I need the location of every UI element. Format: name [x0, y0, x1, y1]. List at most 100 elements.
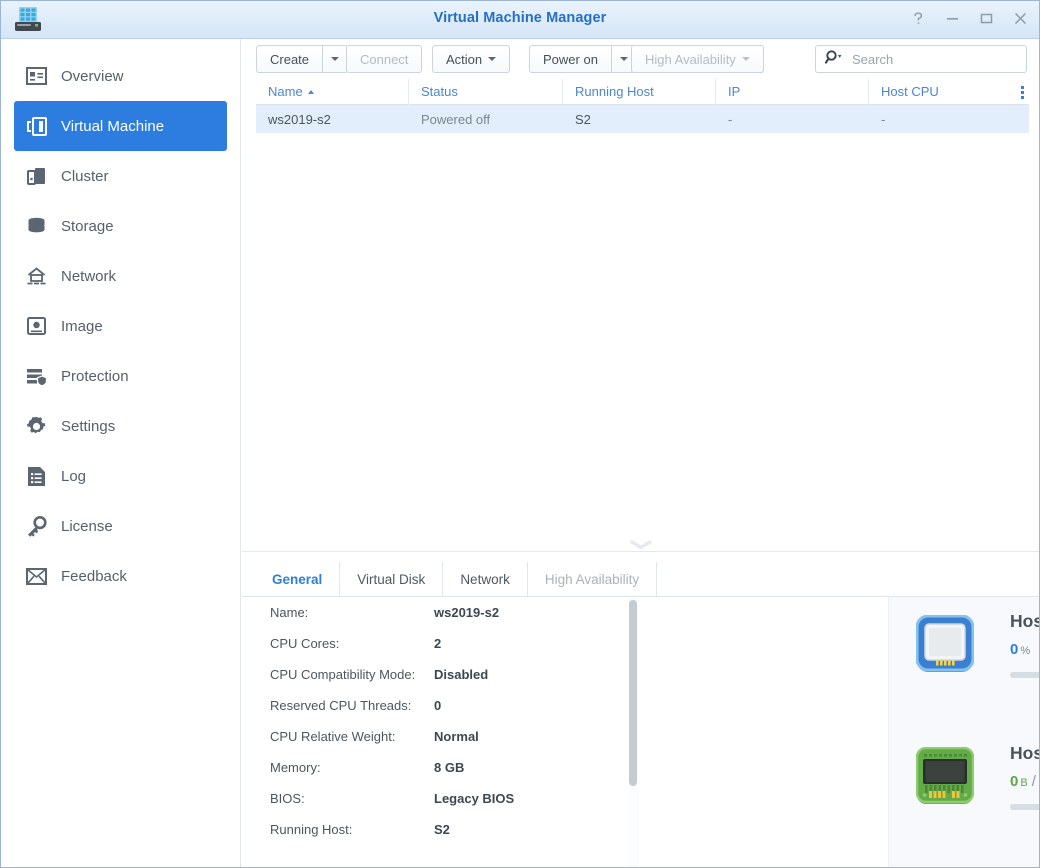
search-input[interactable]: Search: [815, 45, 1027, 73]
action-menu-button[interactable]: Action: [432, 45, 511, 73]
general-details: Name: ws2019-s2 CPU Cores: 2 CPU Compati…: [242, 597, 880, 867]
cell-running-host: S2: [575, 111, 591, 127]
sort-ascending-icon: [307, 89, 314, 94]
sidebar-item-label: Storage: [61, 217, 114, 235]
sidebar-item-image[interactable]: Image: [14, 301, 227, 351]
column-header-label: Name: [268, 84, 303, 99]
toolbar: Create Connect Action Power on High Avai…: [242, 39, 1039, 79]
tab-virtual-disk[interactable]: Virtual Disk: [340, 562, 444, 596]
chevron-down-icon: [331, 57, 340, 61]
detail-key: Memory:: [270, 760, 321, 775]
connect-button-group: Connect: [346, 45, 423, 73]
sidebar-item-label: Cluster: [61, 167, 109, 185]
cell-ip: -: [728, 111, 733, 127]
sidebar-item-storage[interactable]: Storage: [14, 201, 227, 251]
sidebar-item-label: Protection: [61, 367, 129, 385]
general-details-list: Name: ws2019-s2 CPU Cores: 2 CPU Compati…: [270, 597, 830, 845]
search-icon: [824, 49, 847, 69]
image-icon: [25, 315, 47, 337]
sidebar-item-settings[interactable]: Settings: [14, 401, 227, 451]
detail-key: Reserved CPU Threads:: [270, 698, 412, 713]
detail-value: Normal: [434, 729, 479, 744]
tab-network[interactable]: Network: [443, 562, 528, 596]
tab-general[interactable]: General: [256, 562, 341, 604]
detail-row: BIOS: Legacy BIOS: [270, 783, 830, 814]
column-header-name[interactable]: Name: [256, 78, 409, 105]
column-header-host-cpu[interactable]: Host CPU: [869, 79, 1010, 105]
sidebar-item-label: Overview: [61, 67, 124, 85]
chevron-down-icon: [619, 57, 628, 61]
detail-key: BIOS:: [270, 791, 305, 806]
sidebar-item-log[interactable]: Log: [14, 451, 227, 501]
gauge-value: 0%: [1010, 641, 1030, 658]
column-header-label: IP: [728, 84, 741, 99]
detail-panel-collapse-handle[interactable]: [627, 539, 655, 551]
tab-label: Network: [460, 571, 510, 587]
cell-status: Powered off: [421, 111, 491, 127]
maximize-button[interactable]: [977, 9, 995, 27]
window-title: Virtual Machine Manager: [433, 10, 607, 26]
detail-scrollbar-thumb[interactable]: [629, 600, 637, 786]
search-placeholder: Search: [852, 51, 894, 67]
detail-tabs: General Virtual Disk Network High Availa…: [256, 562, 658, 604]
detail-row: Running Host: S2: [270, 814, 830, 845]
gauge-value-separator: /: [1031, 773, 1036, 790]
detail-row: Memory: 8 GB: [270, 752, 830, 783]
column-header-label: Status: [421, 84, 458, 99]
sidebar-item-label: Feedback: [61, 567, 127, 585]
title-bar: Virtual Machine Manager: [1, 1, 1039, 39]
detail-key: CPU Compatibility Mode:: [270, 667, 416, 682]
power-on-button[interactable]: Power on: [529, 45, 611, 73]
sidebar-item-virtual-machine[interactable]: Virtual Machine: [14, 101, 227, 151]
high-availability-menu-button[interactable]: High Availability: [631, 45, 764, 73]
power-on-button-group: Power on: [529, 45, 637, 73]
feedback-envelope-icon: [25, 565, 47, 587]
action-button-group: Action: [432, 45, 511, 73]
column-header-ip[interactable]: IP: [716, 78, 869, 105]
memory-module-icon: [915, 746, 975, 805]
sidebar-item-label: Virtual Machine: [61, 117, 165, 135]
create-dropdown-button[interactable]: [322, 45, 349, 73]
gauge-title: Host CPU: [1010, 611, 1039, 631]
column-options-icon[interactable]: [1013, 79, 1031, 105]
chevron-down-icon: [741, 57, 750, 61]
minimize-button[interactable]: [943, 9, 961, 27]
sidebar-item-label: Settings: [61, 417, 116, 435]
license-key-icon: [25, 515, 47, 537]
cell-name: ws2019-s2: [268, 111, 331, 127]
vmm-window: Virtual Machine Manager Overview Virtual…: [0, 0, 1040, 868]
sidebar-item-feedback[interactable]: Feedback: [14, 551, 227, 601]
column-header-label: Running Host: [575, 84, 654, 99]
log-icon: [25, 465, 47, 487]
detail-key: CPU Relative Weight:: [270, 729, 396, 744]
detail-row: CPU Cores: 2: [270, 628, 830, 659]
detail-row: CPU Relative Weight: Normal: [270, 721, 830, 752]
column-header-label: Host CPU: [881, 84, 939, 99]
detail-value: Disabled: [434, 667, 489, 682]
column-header-status[interactable]: Status: [409, 78, 563, 105]
tab-label: Virtual Disk: [357, 571, 426, 587]
gauge-value-unit: B: [1020, 777, 1028, 789]
connect-button[interactable]: Connect: [346, 45, 423, 73]
detail-value: S2: [434, 822, 450, 837]
sidebar-item-overview[interactable]: Overview: [14, 51, 227, 101]
overview-icon: [25, 65, 47, 87]
sidebar-item-license[interactable]: License: [14, 501, 227, 551]
high-availability-button-label: High Availability: [645, 51, 736, 67]
sidebar-item-network[interactable]: Network: [14, 251, 227, 301]
table-row[interactable]: ws2019-s2 Powered off S2 - -: [256, 105, 1029, 133]
sidebar-item-cluster[interactable]: Cluster: [14, 151, 227, 201]
sidebar-item-protection[interactable]: Protection: [14, 351, 227, 401]
gauge-value-number: 0: [1010, 773, 1019, 790]
column-header-running-host[interactable]: Running Host: [563, 78, 716, 105]
sidebar-item-label: Network: [61, 267, 117, 285]
action-button-label: Action: [446, 51, 483, 67]
help-button[interactable]: [909, 9, 927, 27]
create-button[interactable]: Create: [256, 45, 323, 73]
host-cpu-gauge: Host CPU 0%: [889, 597, 1039, 727]
close-button[interactable]: [1011, 9, 1029, 27]
window-controls: [909, 9, 1029, 27]
tab-high-availability[interactable]: High Availability: [528, 562, 658, 596]
detail-key: Running Host:: [270, 822, 353, 837]
content-area: Create Connect Action Power on High Avai…: [242, 39, 1039, 867]
